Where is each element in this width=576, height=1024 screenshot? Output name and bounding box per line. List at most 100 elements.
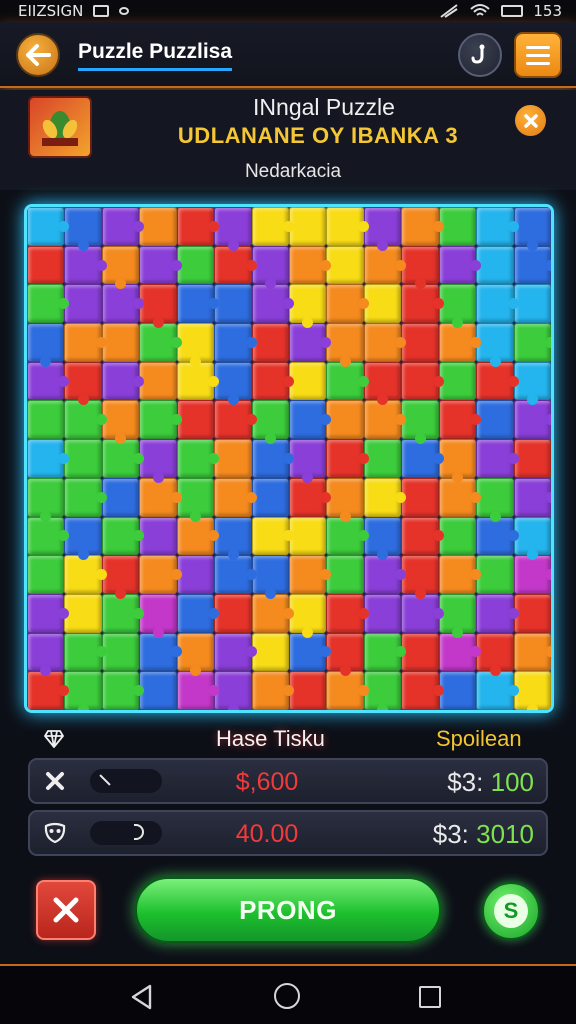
puzzle-piece[interactable] (288, 593, 327, 638)
puzzle-piece[interactable] (326, 284, 370, 324)
puzzle-piece[interactable] (401, 593, 445, 633)
puzzle-piece[interactable] (101, 245, 140, 290)
puzzle-piece[interactable] (513, 632, 551, 672)
puzzle-piece[interactable] (363, 207, 402, 251)
puzzle-piece[interactable] (139, 439, 177, 483)
puzzle-piece[interactable] (438, 632, 482, 672)
puzzle-piece[interactable] (438, 671, 477, 710)
puzzle-piece[interactable] (476, 671, 520, 710)
puzzle-piece[interactable] (401, 477, 439, 517)
puzzle-piece[interactable] (363, 671, 402, 710)
puzzle-piece[interactable] (476, 245, 514, 285)
puzzle-piece[interactable] (27, 361, 70, 401)
primary-action-button[interactable]: PRONG (134, 876, 442, 944)
puzzle-piece[interactable] (401, 207, 445, 246)
puzzle-piece[interactable] (326, 439, 370, 478)
puzzle-piece[interactable] (176, 671, 220, 710)
puzzle-piece[interactable] (326, 477, 364, 522)
puzzle-piece[interactable] (401, 439, 445, 478)
puzzle-piece[interactable] (476, 284, 520, 324)
puzzle-piece[interactable] (326, 555, 364, 594)
puzzle-piece[interactable] (326, 593, 370, 633)
puzzle-piece[interactable] (176, 593, 220, 633)
puzzle-piece[interactable] (438, 555, 482, 594)
puzzle-piece[interactable] (513, 516, 551, 560)
puzzle-piece[interactable] (64, 555, 108, 594)
puzzle-piece[interactable] (438, 245, 482, 285)
puzzle-piece[interactable] (139, 516, 177, 556)
puzzle-piece[interactable] (251, 632, 289, 672)
close-header-button[interactable] (515, 105, 546, 136)
puzzle-piece[interactable] (326, 361, 370, 401)
puzzle-piece[interactable] (101, 323, 140, 362)
puzzle-piece[interactable] (251, 593, 295, 633)
puzzle-piece[interactable] (139, 284, 177, 328)
puzzle-piece[interactable] (64, 284, 102, 324)
puzzle-piece[interactable] (326, 245, 364, 285)
puzzle-piece[interactable] (363, 361, 402, 406)
puzzle-piece[interactable] (438, 439, 477, 483)
nav-back-icon[interactable] (130, 984, 154, 1010)
puzzle-piece[interactable] (27, 516, 70, 556)
puzzle-piece[interactable] (139, 361, 177, 401)
puzzle-piece[interactable] (513, 245, 551, 285)
puzzle-piece[interactable] (101, 361, 145, 401)
puzzle-piece[interactable] (251, 245, 289, 290)
puzzle-piece[interactable] (214, 593, 252, 633)
puzzle-piece[interactable] (438, 323, 482, 362)
puzzle-piece[interactable] (27, 323, 65, 367)
puzzle-piece[interactable] (27, 671, 70, 710)
puzzle-piece[interactable] (363, 284, 402, 324)
puzzle-piece[interactable] (139, 245, 183, 285)
puzzle-piece[interactable] (438, 516, 477, 556)
nav-home-icon[interactable] (274, 983, 300, 1009)
puzzle-piece[interactable] (27, 439, 70, 478)
puzzle-piece[interactable] (214, 400, 258, 440)
puzzle-piece[interactable] (513, 555, 551, 594)
puzzle-piece[interactable] (251, 555, 289, 599)
cancel-button[interactable] (36, 880, 96, 940)
puzzle-piece[interactable] (101, 632, 140, 672)
puzzle-piece[interactable] (101, 400, 140, 444)
puzzle-piece[interactable] (438, 400, 482, 440)
puzzle-piece[interactable] (64, 400, 108, 440)
puzzle-piece[interactable] (288, 477, 332, 517)
stat-row[interactable]: $,600 $3: 100 (28, 758, 548, 804)
stat-row[interactable]: 40.00 $3: 3010 (28, 810, 548, 856)
puzzle-piece[interactable] (64, 516, 102, 560)
puzzle-piece[interactable] (326, 516, 370, 556)
puzzle-piece[interactable] (288, 632, 332, 672)
puzzle-piece[interactable] (176, 361, 220, 401)
puzzle-piece[interactable] (251, 671, 295, 710)
hint-button[interactable] (458, 33, 502, 77)
puzzle-piece[interactable] (288, 555, 332, 594)
puzzle-piece[interactable] (476, 555, 514, 594)
puzzle-piece[interactable] (214, 555, 258, 594)
puzzle-piece[interactable] (214, 632, 258, 672)
puzzle-piece[interactable] (64, 632, 108, 672)
puzzle-piece[interactable] (401, 555, 439, 599)
puzzle-piece[interactable] (64, 323, 108, 362)
puzzle-piece[interactable] (27, 245, 65, 285)
puzzle-piece[interactable] (363, 439, 402, 478)
puzzle-piece[interactable] (288, 516, 327, 556)
puzzle-piece[interactable] (438, 477, 482, 517)
puzzle-piece[interactable] (513, 323, 551, 362)
puzzle-piece[interactable] (176, 400, 215, 440)
puzzle-piece[interactable] (27, 284, 70, 324)
puzzle-piece[interactable] (476, 477, 514, 522)
puzzle-piece[interactable] (251, 284, 295, 324)
puzzle-piece[interactable] (27, 477, 65, 522)
puzzle-piece[interactable] (64, 245, 108, 285)
puzzle-piece[interactable] (101, 516, 145, 556)
puzzle-piece[interactable] (401, 245, 439, 290)
puzzle-piece[interactable] (476, 439, 520, 478)
puzzle-piece[interactable] (513, 671, 551, 710)
puzzle-piece[interactable] (326, 207, 370, 246)
puzzle-piece[interactable] (214, 439, 252, 478)
nav-recents-icon[interactable] (419, 986, 441, 1008)
puzzle-piece[interactable] (101, 207, 145, 246)
puzzle-piece[interactable] (101, 555, 140, 599)
puzzle-piece[interactable] (476, 400, 514, 440)
puzzle-piece[interactable] (476, 632, 514, 676)
